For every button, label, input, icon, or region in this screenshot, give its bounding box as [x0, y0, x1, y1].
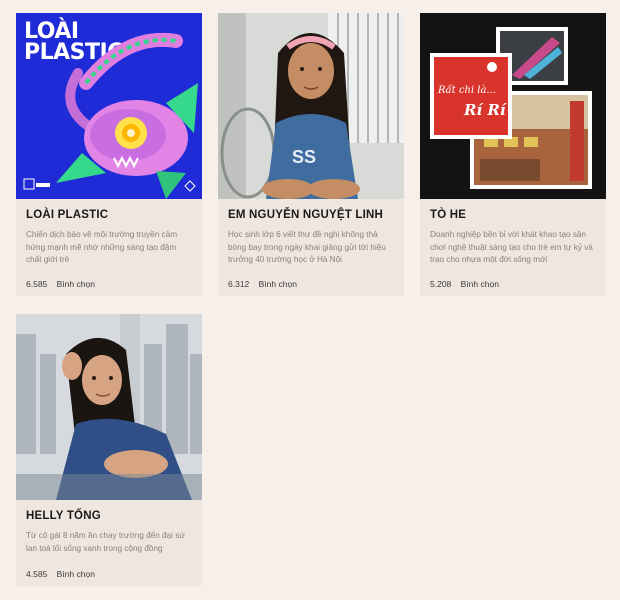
card-title[interactable]: LOÀI PLASTIC — [26, 209, 192, 221]
card-description: Từ cô gái 8 năm ăn chay trường đến đại s… — [26, 531, 185, 553]
vote-section[interactable]: 6.312 Bình chọn — [228, 279, 297, 289]
vote-label[interactable]: Bình chọn — [259, 279, 297, 289]
svg-text:SS: SS — [292, 147, 316, 167]
collage-illustration — [430, 27, 592, 189]
to-he-collage[interactable]: Rất chi là... Rí Rí — [420, 13, 606, 199]
vote-section[interactable]: 6.585 Bình chọn — [26, 279, 95, 289]
card-title[interactable]: HELLY TỐNG — [26, 510, 192, 522]
nominee-grid: LOÀI PLASTIC LOÀI PLASTIC Chiến dịch bảo… — [0, 0, 620, 600]
nominee-card-loai-plastic[interactable]: LOÀI PLASTIC LOÀI PLASTIC Chiến dịch bảo… — [16, 13, 202, 296]
loai-plastic-artwork[interactable]: LOÀI PLASTIC — [16, 13, 202, 199]
tohe-brand: Rí Rí — [464, 101, 506, 119]
vote-count: 6.312 — [228, 279, 250, 289]
vote-label[interactable]: Bình chọn — [57, 279, 95, 289]
tohe-slogan: Rất chi là... — [438, 85, 496, 96]
card-description: Doanh nghiệp bền bỉ với khát khao tạo sâ… — [430, 230, 593, 264]
woman-portrait-photo[interactable] — [16, 314, 202, 500]
portrait-illustration — [16, 314, 202, 500]
vote-section[interactable]: 4.585 Bình chọn — [26, 569, 95, 579]
portrait-illustration: SS — [218, 13, 404, 199]
card-title[interactable]: EM NGUYỄN NGUYỆT LINH — [228, 209, 394, 221]
vote-label[interactable]: Bình chọn — [57, 569, 95, 579]
girl-portrait-photo[interactable]: SS — [218, 13, 404, 199]
nominee-card-to-he[interactable]: Rất chi là... Rí Rí TÒ HE Doanh nghiệp b… — [420, 13, 606, 296]
card-description: Học sinh lớp 6 viết thư đề nghị không th… — [228, 230, 386, 264]
vote-count: 6.585 — [26, 279, 48, 289]
nominee-card-nguyet-linh[interactable]: SS EM NGUYỄN NGUYỆT LINH Học sinh lớp 6 … — [218, 13, 404, 296]
nominee-card-helly-tong[interactable]: HELLY TỐNG Từ cô gái 8 năm ăn chay trườn… — [16, 314, 202, 586]
vote-count: 4.585 — [26, 569, 48, 579]
card-title[interactable]: TÒ HE — [430, 209, 596, 221]
creature-illustration — [23, 33, 198, 199]
vote-label[interactable]: Bình chọn — [461, 279, 499, 289]
vote-section[interactable]: 5.208 Bình chọn — [430, 279, 499, 289]
vote-count: 5.208 — [430, 279, 452, 289]
card-description: Chiến dịch bảo vệ môi trường truyền cảm … — [26, 230, 178, 264]
